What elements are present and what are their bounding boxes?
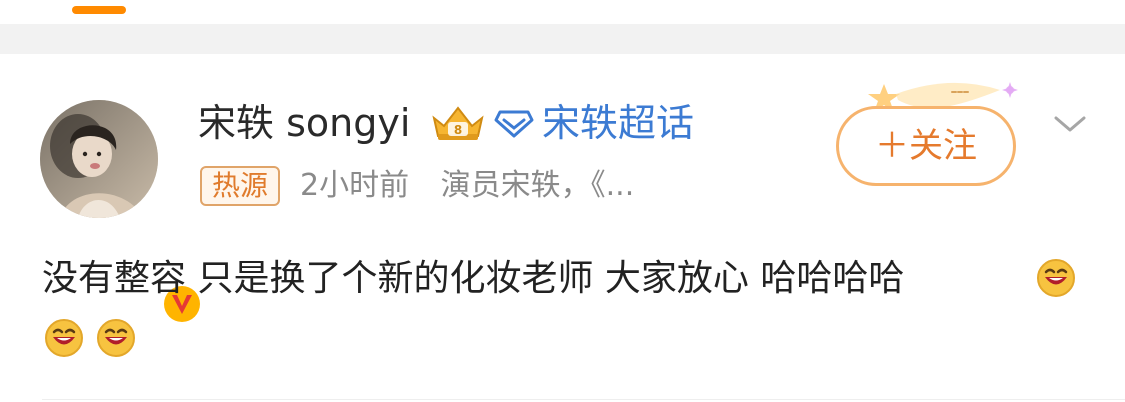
crown-icon[interactable]: 8: [430, 104, 486, 142]
section-divider: [0, 24, 1125, 54]
laughing-emoji-icon: [1036, 258, 1076, 298]
avatar-photo-icon: [40, 100, 158, 218]
chevron-down-icon[interactable]: [1052, 112, 1088, 136]
hot-source-badge: 热源: [200, 166, 280, 206]
laughing-emoji-icon: [96, 318, 136, 358]
username[interactable]: 宋轶 songyi: [198, 98, 410, 148]
post-meta: 2小时前 演员宋轶，《...: [300, 164, 634, 208]
diamond-icon: [494, 110, 534, 138]
bottom-divider: [42, 399, 1125, 400]
super-topic-link[interactable]: 宋轶超话: [542, 98, 694, 148]
user-description: 演员宋轶，《...: [440, 168, 635, 203]
top-tab-strip: [0, 0, 1125, 24]
avatar[interactable]: [40, 100, 203, 325]
post-time: 2小时前: [300, 168, 410, 203]
svg-text:8: 8: [454, 123, 462, 137]
post-text: 没有整容 只是换了个新的化妆老师 大家放心 哈哈哈哈: [42, 258, 905, 299]
avatar-image: [40, 100, 158, 218]
active-tab-indicator: [72, 6, 126, 14]
laughing-emoji-icon: [44, 318, 84, 358]
follow-button[interactable]: ＋关注: [836, 106, 1016, 186]
